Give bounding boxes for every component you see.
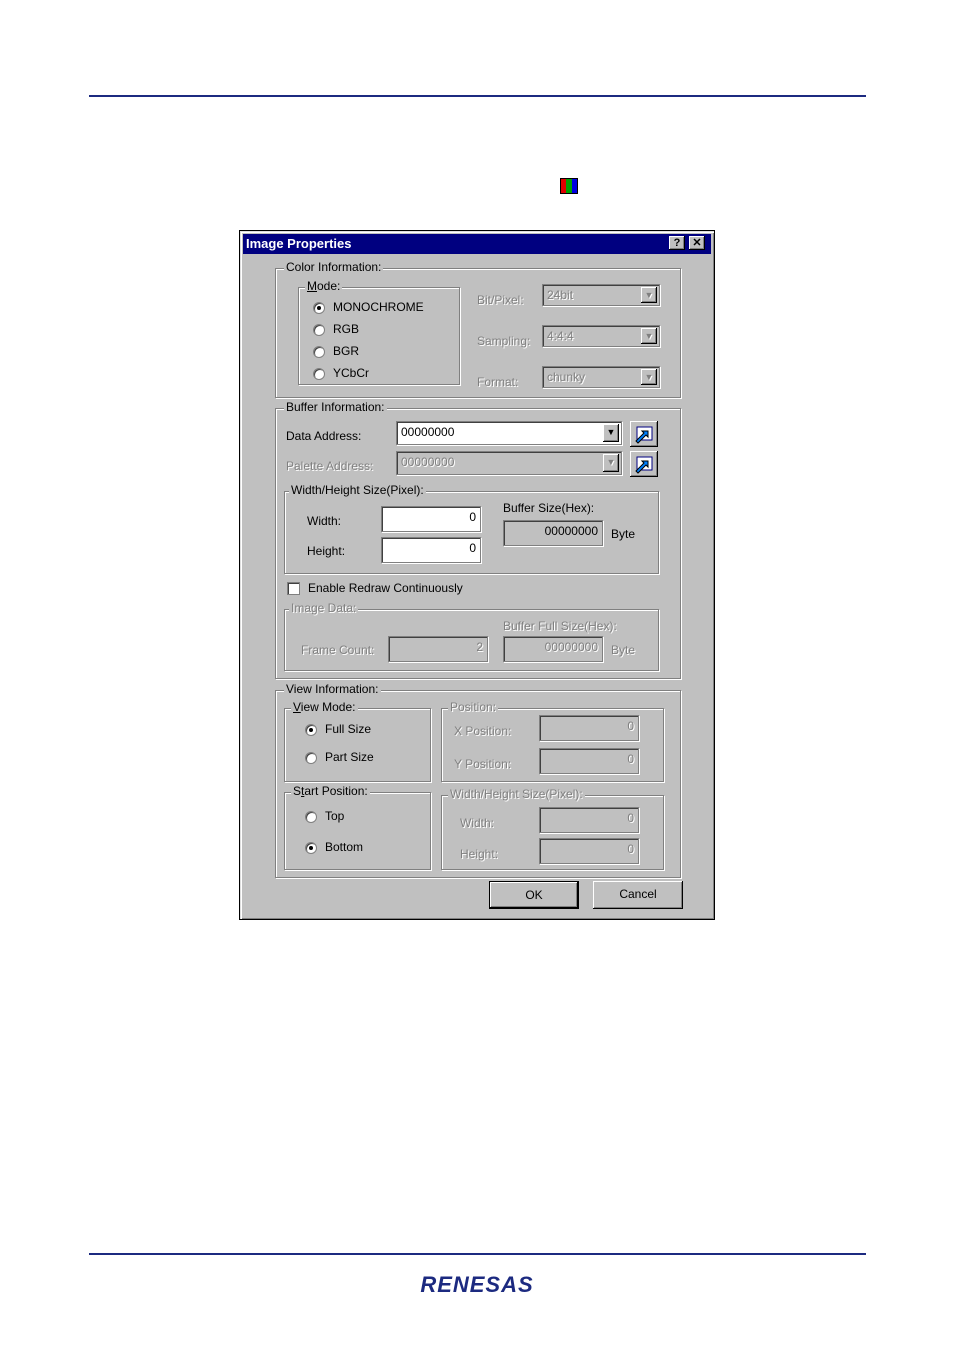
mode-bgr-label: BGR [333,344,360,358]
buffer-size-value: 00000000 [503,520,603,546]
buffer-size-group: Width/Height Size(Pixel): Width: 0 Heigh… [284,483,659,574]
color-info-group: Color Information: Mode: MONOCHROME RGB … [275,260,681,398]
chevron-down-icon: ▼ [603,424,619,442]
view-mode-group: View Mode: Full Size Part Size [284,700,431,782]
chevron-down-icon: ▼ [641,287,657,303]
radio-rgb[interactable] [313,324,325,336]
radio-part-size[interactable] [305,752,317,764]
view-mode-label: View Mode: [291,700,358,714]
part-size-label: Part Size [325,750,374,764]
view-info-group: View Information: View Mode: Full Size P… [275,682,681,878]
ok-button[interactable]: OK [489,881,579,909]
x-position-input[interactable]: 0 [539,715,639,741]
mode-rgb-label: RGB [333,322,360,336]
bottom-label: Bottom [325,840,364,854]
buffer-full-size-label: Buffer Full Size(Hex): [503,619,617,633]
buffer-info-label: Buffer Information: [284,400,387,414]
image-data-group: Image Data: Frame Count: 2 Buffer Full S… [284,601,659,671]
palette-address-label: Palette Address: [286,459,374,473]
start-position-group: Start Position: Top Bottom [284,784,431,870]
redraw-label: Enable Redraw Continuously [308,581,463,595]
data-address-label: Data Address: [286,429,362,443]
chevron-down-icon: ▼ [603,454,619,472]
buffer-full-byte-label: Byte [611,643,636,657]
header-rule [89,95,866,97]
sampling-select[interactable]: 4:4:4 ▼ [542,325,660,347]
view-size-group-label: Width/Height Size(Pixel): [448,787,585,801]
footer-rule [89,1253,866,1255]
radio-full-size[interactable] [305,724,317,736]
start-position-label: Start Position: [291,784,370,798]
buffer-size-hex-label: Buffer Size(Hex): [503,501,595,515]
close-icon[interactable]: ✕ [689,236,705,250]
image-data-label: Image Data: [289,601,359,615]
buffer-height-label: Height: [307,544,346,558]
position-group: Position: X Position: 0 Y Position: 0 [441,700,664,782]
memory-browse-icon [635,456,653,474]
radio-ycbcr[interactable] [313,368,325,380]
position-label: Position: [448,700,499,714]
renesas-logo: RENESAS [420,1272,534,1297]
sampling-label: Sampling: [477,334,531,348]
radio-monochrome[interactable] [313,302,325,314]
buffer-full-size-value: 00000000 [503,636,603,662]
y-position-label: Y Position: [454,757,512,771]
browse-data-address-button[interactable] [630,421,658,447]
cancel-button[interactable]: Cancel [593,881,683,909]
buffer-width-input[interactable]: 0 [381,506,481,532]
bit-pixel-label: Bit/Pixel: [477,293,524,307]
buffer-info-group: Buffer Information: Data Address: 000000… [275,400,681,679]
view-height-label: Height: [460,847,499,861]
browse-palette-address-button[interactable] [630,451,658,477]
view-size-group: Width/Height Size(Pixel): Width: 0 Heigh… [441,787,664,870]
redraw-checkbox[interactable] [287,582,300,595]
format-select[interactable]: chunky ▼ [542,366,660,388]
chevron-down-icon: ▼ [641,328,657,344]
view-width-input[interactable]: 0 [539,807,639,833]
bit-pixel-select[interactable]: 24bit ▼ [542,284,660,306]
frame-count-label: Frame Count: [301,643,375,657]
color-info-label: Color Information: [284,260,384,274]
radio-top[interactable] [305,811,317,823]
chevron-down-icon: ▼ [641,369,657,385]
memory-browse-icon [635,426,653,444]
buffer-size-byte-label: Byte [611,527,636,541]
full-size-label: Full Size [325,722,372,736]
palette-address-combo[interactable]: 00000000 ▼ [396,451,622,475]
y-position-input[interactable]: 0 [539,748,639,774]
mode-monochrome-label: MONOCHROME [333,300,424,314]
format-label: Format: [477,375,519,389]
dialog-title: Image Properties [246,236,352,251]
data-address-combo[interactable]: 00000000 ▼ [396,421,622,445]
mode-label: Mode: [305,279,343,293]
buffer-size-group-label: Width/Height Size(Pixel): [289,483,426,497]
help-icon[interactable]: ? [669,236,685,250]
radio-bgr[interactable] [313,346,325,358]
frame-count-input[interactable]: 2 [388,636,488,662]
mode-ycbcr-label: YCbCr [333,366,370,380]
x-position-label: X Position: [454,724,512,738]
buffer-height-input[interactable]: 0 [381,537,481,563]
image-properties-icon [560,178,578,194]
dialog-titlebar: Image Properties ? ✕ [243,234,711,254]
view-width-label: Width: [460,816,495,830]
view-height-input[interactable]: 0 [539,838,639,864]
image-properties-dialog: Image Properties ? ✕ Color Information: … [239,230,715,920]
buffer-width-label: Width: [307,514,342,528]
top-label: Top [325,809,345,823]
view-info-label: View Information: [284,682,381,696]
mode-group: Mode: MONOCHROME RGB BGR YCbCr [298,279,460,385]
radio-bottom[interactable] [305,842,317,854]
